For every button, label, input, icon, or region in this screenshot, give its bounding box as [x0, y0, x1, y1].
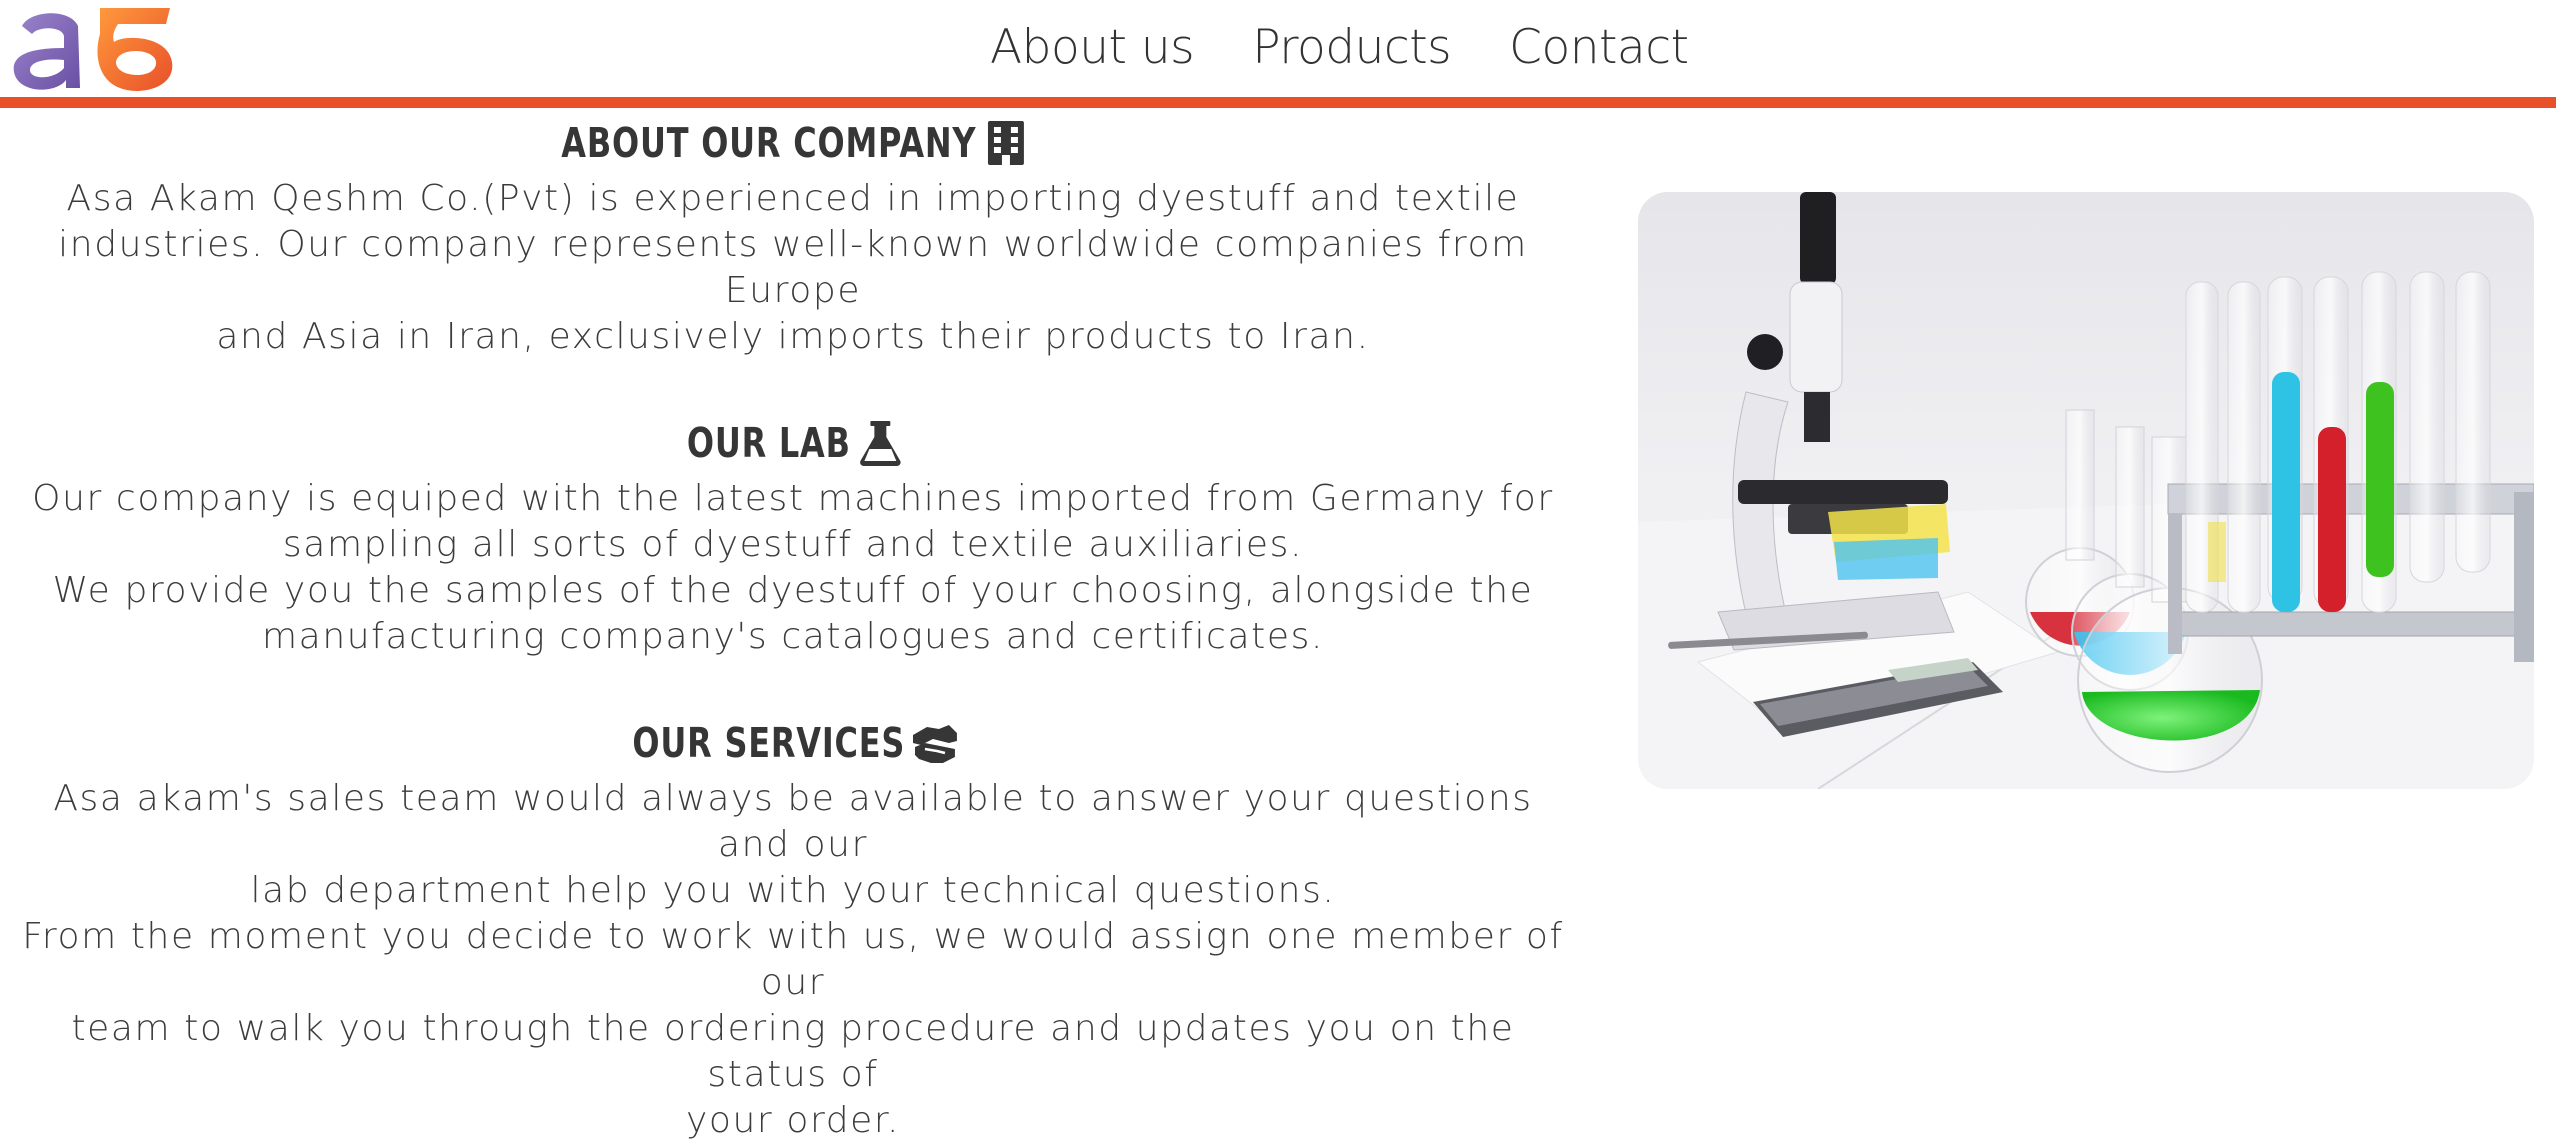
company-title-text: ABOUT OUR COMPANY — [561, 119, 977, 167]
services-line: From the moment you decide to work with … — [22, 916, 1564, 1003]
lab-line: Our company is equiped with the latest m… — [32, 478, 1554, 519]
laboratory-photo — [1638, 192, 2534, 789]
nav-products[interactable]: Products — [1252, 20, 1451, 75]
lab-line: We provide you the samples of the dyestu… — [52, 570, 1534, 611]
nav-about-us[interactable]: About us — [990, 20, 1195, 75]
services-line: your order. — [685, 1100, 901, 1141]
handshake-icon — [911, 719, 959, 767]
services-line: team to walk you through the ordering pr… — [71, 1008, 1515, 1095]
company-line: and Asia in Iran, exclusively imports th… — [216, 316, 1370, 357]
section-title-company: ABOUT OUR COMPANY — [190, 110, 1396, 176]
company-line: industries. Our company represents well-… — [58, 224, 1528, 311]
lab-line: manufacturing company's catalogues and c… — [262, 616, 1324, 657]
services-line: lab department help you with your techni… — [250, 870, 1336, 911]
company-line: Asa Akam Qeshm Co.(Pvt) is experienced i… — [66, 178, 1520, 219]
flask-icon — [856, 419, 904, 467]
services-title-text: OUR SERVICES — [632, 719, 906, 767]
logo-graphic — [13, 8, 173, 91]
section-title-lab: OUR LAB — [190, 410, 1396, 476]
services-line: Asa akam's sales team would always be av… — [53, 778, 1533, 865]
lab-line: sampling all sorts of dyestuff and texti… — [282, 524, 1304, 565]
main-nav: About us Products Contact — [990, 14, 1689, 80]
header-accent-bar — [0, 97, 2556, 108]
about-company-section: ABOUT OUR COMPANY Asa Akam Qeshm Co.(Pvt… — [20, 110, 1566, 360]
lab-title-text: OUR LAB — [686, 419, 851, 467]
site-header: About us Products Contact — [0, 0, 2556, 97]
section-title-services: OUR SERVICES — [190, 710, 1396, 776]
lab-illustration — [1638, 192, 2534, 789]
building-icon — [982, 119, 1030, 167]
main-content: ABOUT OUR COMPANY Asa Akam Qeshm Co.(Pvt… — [20, 110, 1566, 1144]
nav-contact[interactable]: Contact — [1509, 20, 1689, 75]
company-logo[interactable] — [8, 4, 178, 92]
our-lab-section: OUR LAB Our company is equiped with the … — [20, 410, 1566, 660]
our-services-section: OUR SERVICES Asa akam's sales team would… — [20, 710, 1566, 1144]
